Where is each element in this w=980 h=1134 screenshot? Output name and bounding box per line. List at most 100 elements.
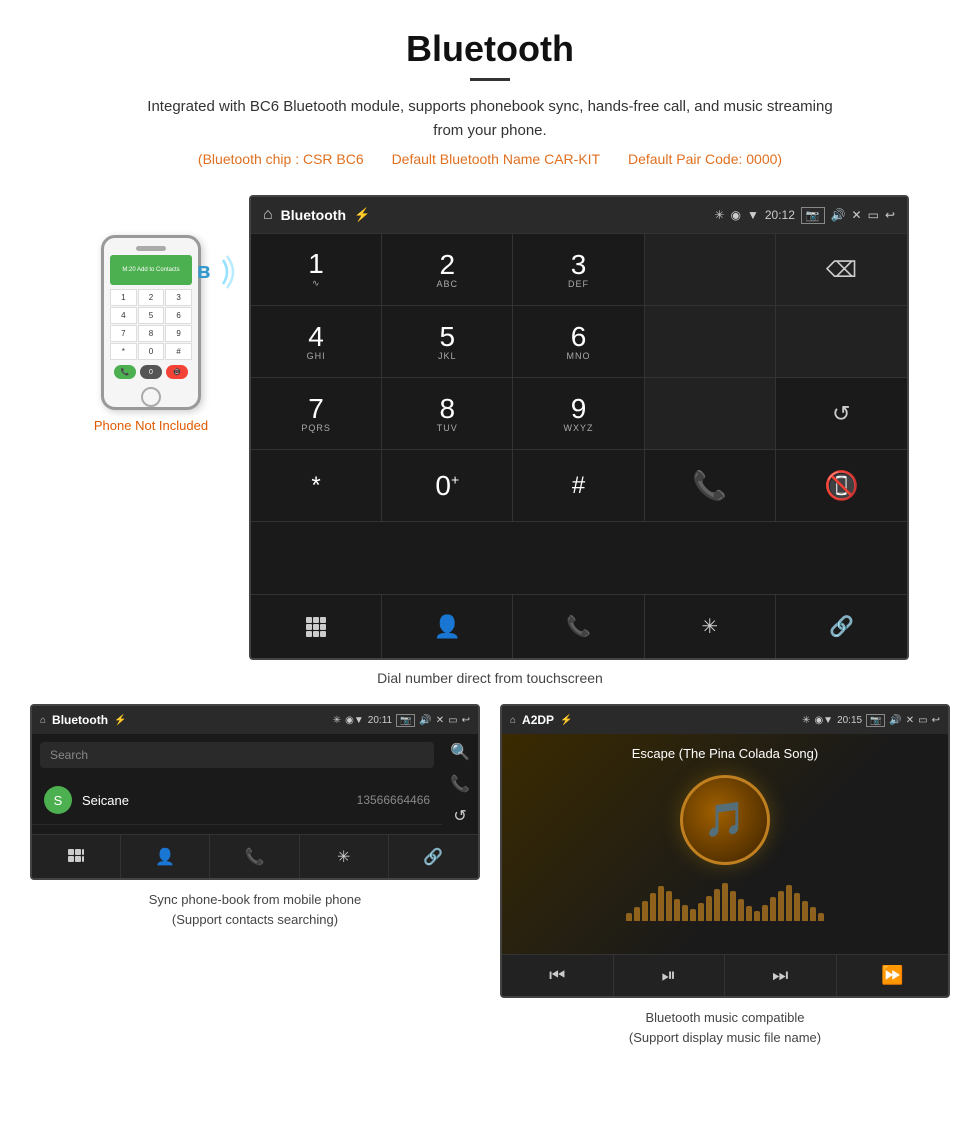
- ms-usb-icon: ⚡: [560, 715, 572, 726]
- play-pause-btn[interactable]: ⏯: [614, 955, 726, 996]
- pb-link-btn[interactable]: 🔗: [389, 835, 478, 878]
- link-nav-btn[interactable]: 🔗: [776, 595, 907, 658]
- phone-small-icon[interactable]: 📞: [450, 774, 470, 794]
- prev-track-btn[interactable]: ⏮: [502, 955, 614, 996]
- dial-num: 7: [308, 395, 324, 423]
- dial-hash: #: [572, 474, 585, 498]
- reload-button[interactable]: ↺: [776, 378, 907, 450]
- next-track-btn[interactable]: ⏭: [725, 955, 837, 996]
- music-note-icon: 🎵: [704, 800, 746, 840]
- dial-key-7[interactable]: 7 PQRS: [251, 378, 382, 450]
- phone-not-included-label: Phone Not Included: [94, 418, 208, 433]
- phone-key: 9: [165, 325, 192, 342]
- volume-icon: 🔊: [831, 208, 846, 222]
- pb-grid-btn[interactable]: [32, 835, 121, 878]
- phone-key: 2: [138, 289, 165, 306]
- phone-illustration: M:20 Add to Contacts 1 2 3 4 5 6 7 8 9 *…: [71, 235, 231, 433]
- visualizer-bar: [698, 903, 704, 921]
- ms-title: A2DP: [522, 713, 554, 727]
- keypad-nav-btn[interactable]: [251, 595, 382, 658]
- dial-key-1[interactable]: 1 ∿: [251, 234, 382, 306]
- dial-num: 5: [440, 323, 456, 351]
- phone-nav-btn[interactable]: 📞: [513, 595, 644, 658]
- signal-icon: ▼: [747, 208, 759, 222]
- phone-end-btn: 📵: [166, 365, 188, 379]
- phone-key: 6: [165, 307, 192, 324]
- song-title: Escape (The Pina Colada Song): [632, 746, 818, 761]
- search-icon[interactable]: 🔍: [450, 742, 470, 762]
- dial-num: 2: [440, 251, 456, 279]
- ms-signal-icon: ◉▼: [814, 715, 833, 726]
- dial-key-2[interactable]: 2 ABC: [382, 234, 513, 306]
- page-header: Bluetooth Integrated with BC6 Bluetooth …: [0, 0, 980, 195]
- dial-key-star[interactable]: *: [251, 450, 382, 522]
- phone-key: 0: [138, 343, 165, 360]
- music-status-bar: ⌂ A2DP ⚡ ✳ ◉▼ 20:15 📷 🔊 ✕ ▭ ↩: [502, 706, 948, 734]
- pb-bt-btn[interactable]: ✳: [300, 835, 389, 878]
- time-display: 20:12: [765, 208, 795, 222]
- phone-screen-text: M:20 Add to Contacts: [122, 267, 179, 273]
- call-icon: 📞: [692, 469, 727, 502]
- contacts-nav-btn[interactable]: 👤: [382, 595, 513, 658]
- phone-screen: M:20 Add to Contacts: [110, 255, 192, 285]
- dial-key-5[interactable]: 5 JKL: [382, 306, 513, 378]
- dialpad-android-screen: ⌂ Bluetooth ⚡ ✳ ◉ ▼ 20:12 📷 🔊 ✕ ▭ ↩ 1 ∿: [249, 195, 909, 660]
- dial-sub: DEF: [568, 279, 589, 289]
- rect-icon: ▭: [868, 208, 879, 222]
- phone-key: 1: [110, 289, 137, 306]
- music-content: Escape (The Pina Colada Song) 🎵: [502, 734, 948, 954]
- visualizer-bar: [722, 883, 728, 921]
- dial-key-4[interactable]: 4 GHI: [251, 306, 382, 378]
- dial-key-6[interactable]: 6 MNO: [513, 306, 644, 378]
- call-button[interactable]: 📞: [645, 450, 776, 522]
- visualizer-bar: [666, 891, 672, 921]
- phone-bottom-bar: 📞 0 📵: [112, 365, 190, 379]
- phone-device: M:20 Add to Contacts 1 2 3 4 5 6 7 8 9 *…: [101, 235, 201, 410]
- pb-status-left: ⌂ Bluetooth ⚡: [40, 713, 127, 727]
- usb-icon: ⚡: [354, 207, 370, 223]
- dial-sub: PQRS: [301, 423, 331, 433]
- phone-key: 4: [110, 307, 137, 324]
- visualizer-bar: [762, 905, 768, 921]
- pb-person-btn[interactable]: 👤: [121, 835, 210, 878]
- ms-rect-icon: ▭: [918, 715, 927, 726]
- ms-back-icon: ↩: [932, 715, 940, 726]
- phonebook-search-bar[interactable]: Search: [40, 742, 434, 768]
- phone-end-space: 0: [140, 365, 162, 379]
- phonebook-screenshot: ⌂ Bluetooth ⚡ ✳ ◉▼ 20:11 📷 🔊 ✕ ▭ ↩: [30, 704, 480, 1047]
- dial-key-8[interactable]: 8 TUV: [382, 378, 513, 450]
- visualizer-bar: [674, 899, 680, 921]
- music-screenshot: ⌂ A2DP ⚡ ✳ ◉▼ 20:15 📷 🔊 ✕ ▭ ↩ Escape (Th…: [500, 704, 950, 1047]
- backspace-icon: ⌫: [826, 257, 857, 283]
- dial-key-9[interactable]: 9 WXYZ: [513, 378, 644, 450]
- music-screen: ⌂ A2DP ⚡ ✳ ◉▼ 20:15 📷 🔊 ✕ ▭ ↩ Escape (Th…: [500, 704, 950, 998]
- phone-key: #: [165, 343, 192, 360]
- visualizer-bar: [658, 886, 664, 921]
- dial-key-hash[interactable]: #: [513, 450, 644, 522]
- phone-key: *: [110, 343, 137, 360]
- page-title: Bluetooth: [20, 28, 960, 70]
- dial-sub: WXYZ: [563, 423, 593, 433]
- sync-icon[interactable]: ↺: [453, 806, 466, 826]
- ms-time: 20:15: [837, 715, 862, 726]
- bluetooth-nav-btn[interactable]: ✳: [645, 595, 776, 658]
- visualizer-bar: [706, 896, 712, 921]
- backspace-button[interactable]: ⌫: [776, 234, 907, 306]
- bt-chip-spec: (Bluetooth chip : CSR BC6: [198, 151, 364, 167]
- dial-num: 8: [440, 395, 456, 423]
- music-caption: Bluetooth music compatible(Support displ…: [629, 1008, 821, 1047]
- visualizer-bar: [682, 905, 688, 921]
- dial-key-0[interactable]: 0+: [382, 450, 513, 522]
- pb-phone-btn[interactable]: 📞: [210, 835, 299, 878]
- phonebook-screen: ⌂ Bluetooth ⚡ ✳ ◉▼ 20:11 📷 🔊 ✕ ▭ ↩: [30, 704, 480, 880]
- end-call-button[interactable]: 📵: [776, 450, 907, 522]
- skip-btn[interactable]: ⏩: [837, 955, 949, 996]
- link-icon: 🔗: [829, 614, 854, 639]
- phone-key: 7: [110, 325, 137, 342]
- dial-sub: MNO: [566, 351, 590, 361]
- dial-sub: TUV: [437, 423, 458, 433]
- svg-text:ʙ: ʙ: [197, 258, 211, 283]
- dial-num: 9: [571, 395, 587, 423]
- dial-key-3[interactable]: 3 DEF: [513, 234, 644, 306]
- pb-cam-icon: 📷: [396, 714, 415, 727]
